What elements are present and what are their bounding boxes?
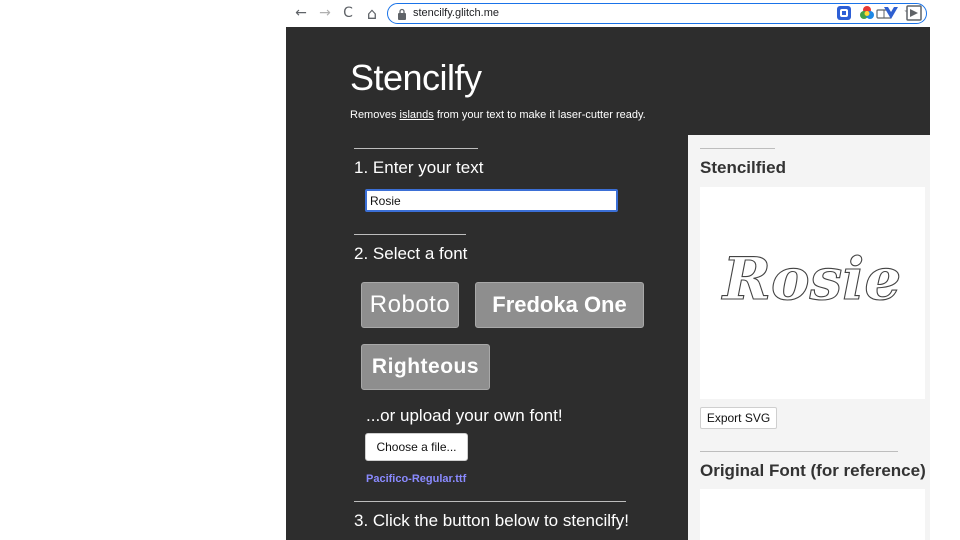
home-icon[interactable]: ⌂ [363,4,381,23]
choose-file-button[interactable]: Choose a file... [365,433,468,461]
divider [354,148,478,149]
browser-toolbar: ← → C ⌂ stencilfy.glitch.me ☆ [286,0,930,27]
divider [354,501,626,502]
upload-font-label: ...or upload your own font! [366,406,563,425]
divider [700,148,775,149]
stencilfy-page: Stencilfy Removes islands from your text… [286,27,930,540]
extension-shield-icon[interactable] [836,5,852,21]
selected-file-name: Pacifico-Regular.ttf [366,473,467,485]
tagline-suffix: from your text to make it laser-cutter r… [433,109,646,121]
color-picker-extension-icon[interactable] [859,5,875,21]
font-fredoka-one-button[interactable]: Fredoka One [475,282,644,328]
export-svg-button[interactable]: Export SVG [700,407,777,429]
output-panel: Stencilfied Rosie Export SVG Original Fo… [688,135,930,540]
back-arrow-icon[interactable]: ← [292,4,310,22]
extension-flag-icon[interactable] [906,5,922,21]
islands-link[interactable]: islands [400,109,434,121]
original-font-preview [700,489,925,540]
step3-heading: 3. Click the button below to stencilfy! [354,511,629,530]
lock-icon [398,8,406,20]
vue-devtools-icon[interactable] [883,5,899,21]
forward-arrow-icon[interactable]: → [316,4,334,22]
step2-heading: 2. Select a font [354,244,468,263]
step1-heading: 1. Enter your text [354,158,484,177]
stencil-preview-text: Rosie [721,245,901,313]
tagline-prefix: Removes [350,109,400,121]
divider [700,451,898,452]
url-text: stencilfy.glitch.me [413,7,499,19]
divider [354,234,466,235]
text-input[interactable] [365,189,618,212]
stencil-preview: Rosie [700,187,925,399]
tagline: Removes islands from your text to make i… [350,109,646,121]
original-font-heading: Original Font (for reference) [700,461,926,480]
font-roboto-button[interactable]: Roboto [361,282,459,328]
stencil-preview-svg: Rosie [720,244,902,313]
stencilfied-heading: Stencilfied [700,158,786,177]
reload-icon[interactable]: C [339,4,357,22]
font-righteous-button[interactable]: Righteous [361,344,490,390]
app-title: Stencilfy [350,57,482,98]
